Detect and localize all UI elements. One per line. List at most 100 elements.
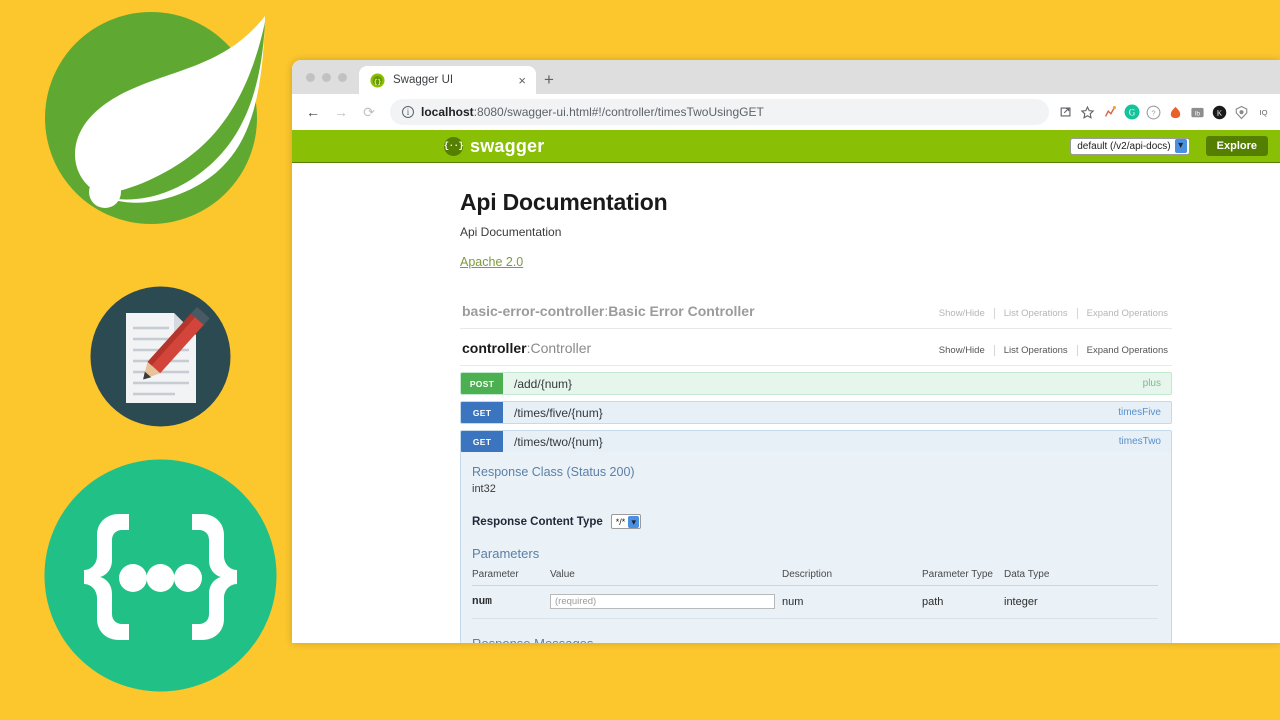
window-controls[interactable] bbox=[302, 60, 359, 94]
intelliq-icon[interactable]: IQ bbox=[1255, 104, 1272, 121]
parameter-data-type: integer bbox=[1004, 585, 1158, 619]
col-value: Value bbox=[550, 566, 782, 586]
browser-tab[interactable]: {} Swagger UI × bbox=[359, 66, 536, 94]
response-messages-title: Response Messages bbox=[472, 636, 1158, 643]
resource-name: basic-error-controller bbox=[462, 303, 605, 319]
svg-text:lb: lb bbox=[1195, 110, 1200, 117]
gitkraken-icon[interactable] bbox=[1167, 104, 1184, 121]
parameter-name: num bbox=[472, 585, 550, 619]
resource-description: Controller bbox=[530, 340, 592, 356]
parameter-type: path bbox=[922, 585, 1004, 619]
http-method-badge: POST bbox=[461, 373, 503, 394]
operation-detail-inner: Response Class (Status 200) int32 Respon… bbox=[461, 465, 1171, 643]
response-content-type-value: */* bbox=[615, 516, 626, 527]
response-class-title: Response Class (Status 200) bbox=[472, 465, 635, 479]
operation-path: /add/{num} bbox=[514, 376, 573, 391]
operation-detail-panel: Response Class (Status 200) int32 Respon… bbox=[460, 452, 1172, 643]
spec-url-value: default (/v2/api-docs) bbox=[1077, 140, 1171, 152]
dark-circle-icon[interactable]: K bbox=[1211, 104, 1228, 121]
show-hide-link[interactable]: Show/Hide bbox=[930, 345, 994, 356]
swagger-page: {··} swagger default (/v2/api-docs) ▾ Ex… bbox=[292, 130, 1280, 643]
documentation-logo bbox=[90, 286, 231, 427]
operation-row-get-times-two[interactable]: GET /times/two/{num} timesTwo bbox=[460, 430, 1172, 453]
parameters-table: Parameter Value Description Parameter Ty… bbox=[472, 566, 1158, 619]
operation-nickname: plus bbox=[1142, 378, 1161, 389]
browser-window: {} Swagger UI × + ← → ⟳ i localhost:8080… bbox=[292, 60, 1280, 643]
list-operations-link[interactable]: List Operations bbox=[993, 308, 1077, 319]
svg-text:G: G bbox=[1128, 108, 1135, 118]
show-hide-link[interactable]: Show/Hide bbox=[930, 308, 994, 319]
swagger-favicon-icon: {} bbox=[370, 72, 385, 88]
logo-column bbox=[0, 0, 292, 720]
response-content-type-select[interactable]: */* ▾ bbox=[610, 514, 642, 529]
operation-nickname: timesTwo bbox=[1118, 436, 1161, 447]
spring-boot-logo bbox=[45, 12, 265, 224]
chevron-down-icon[interactable]: ▾ bbox=[1174, 139, 1187, 153]
new-tab-button[interactable]: + bbox=[536, 66, 562, 94]
spec-url-select[interactable]: default (/v2/api-docs) ▾ bbox=[1070, 137, 1190, 155]
share-icon[interactable] bbox=[1057, 104, 1074, 121]
resource-basic-error-controller[interactable]: basic-error-controller : Basic Error Con… bbox=[460, 292, 1172, 329]
parameters-title: Parameters bbox=[472, 546, 540, 561]
explore-button[interactable]: Explore bbox=[1205, 136, 1268, 156]
site-info-icon[interactable]: i bbox=[402, 106, 414, 118]
api-subtitle: Api Documentation bbox=[460, 225, 562, 239]
address-bar-host: localhost bbox=[421, 105, 474, 119]
grammarly-icon[interactable]: G bbox=[1123, 104, 1140, 121]
table-row: num (required) num path integer bbox=[472, 585, 1158, 619]
api-license-link[interactable]: Apache 2.0 bbox=[460, 255, 523, 269]
browser-toolbar: ← → ⟳ i localhost:8080/swagger-ui.html#!… bbox=[292, 94, 1280, 130]
parameter-value-input[interactable]: (required) bbox=[550, 594, 775, 609]
help-circle-icon[interactable]: ? bbox=[1145, 104, 1162, 121]
http-method-badge: GET bbox=[461, 431, 503, 452]
col-parameter: Parameter bbox=[472, 566, 550, 586]
resource-description: Basic Error Controller bbox=[608, 303, 755, 319]
response-content-type-row: Response Content Type */* ▾ bbox=[472, 514, 1158, 529]
page-scrollbar[interactable] bbox=[1272, 130, 1280, 643]
resource-name: controller bbox=[462, 340, 527, 356]
tab-close-icon[interactable]: × bbox=[516, 74, 528, 87]
svg-text:K: K bbox=[1217, 108, 1223, 117]
list-operations-link[interactable]: List Operations bbox=[993, 345, 1077, 356]
http-method-badge: GET bbox=[461, 402, 503, 423]
json-logo bbox=[44, 459, 277, 692]
back-button[interactable]: ← bbox=[300, 99, 326, 125]
resource-actions: Show/Hide List Operations Expand Operati… bbox=[930, 345, 1168, 356]
svg-text:?: ? bbox=[1151, 108, 1155, 117]
bookmark-star-icon[interactable] bbox=[1079, 104, 1096, 121]
response-content-type-label: Response Content Type bbox=[472, 515, 603, 528]
shield-icon[interactable] bbox=[1233, 104, 1250, 121]
address-bar-url: localhost:8080/swagger-ui.html#!/control… bbox=[421, 105, 764, 119]
lastpass-icon[interactable]: lb bbox=[1189, 104, 1206, 121]
swagger-brand[interactable]: {··} swagger bbox=[444, 136, 544, 157]
response-class-type: int32 bbox=[472, 483, 496, 495]
swagger-logo-icon: {··} bbox=[444, 136, 464, 156]
expand-operations-link[interactable]: Expand Operations bbox=[1076, 308, 1168, 319]
window-maximize-button[interactable] bbox=[338, 72, 347, 82]
swagger-inner: Api Documentation Api Documentation Apac… bbox=[460, 189, 1172, 643]
expand-operations-link[interactable]: Expand Operations bbox=[1076, 345, 1168, 356]
svg-text:IQ: IQ bbox=[1259, 108, 1267, 117]
operation-path: /times/five/{num} bbox=[514, 405, 603, 420]
extension-icons: G ? lb K IQ bbox=[1057, 104, 1274, 121]
operation-row-post-add[interactable]: POST /add/{num} plus bbox=[460, 372, 1172, 395]
col-data-type: Data Type bbox=[1004, 566, 1158, 586]
operation-nickname: timesFive bbox=[1118, 407, 1161, 418]
svg-text:{}: {} bbox=[374, 78, 382, 85]
window-minimize-button[interactable] bbox=[322, 72, 331, 82]
parameter-description: num bbox=[782, 585, 922, 619]
operation-row-get-times-five[interactable]: GET /times/five/{num} timesFive bbox=[460, 401, 1172, 424]
swagger-header-right: default (/v2/api-docs) ▾ Explore bbox=[1070, 136, 1268, 156]
puzzle-extension-icon[interactable] bbox=[1101, 104, 1118, 121]
browser-tab-strip: {} Swagger UI × + bbox=[292, 60, 1280, 94]
browser-tab-title: Swagger UI bbox=[393, 74, 454, 86]
resource-controller[interactable]: controller : Controller Show/Hide List O… bbox=[460, 329, 1172, 366]
operation-path: /times/two/{num} bbox=[514, 434, 603, 449]
window-close-button[interactable] bbox=[306, 72, 315, 82]
forward-button[interactable]: → bbox=[328, 99, 354, 125]
chevron-down-icon[interactable]: ▾ bbox=[628, 515, 640, 528]
resource-actions: Show/Hide List Operations Expand Operati… bbox=[930, 308, 1168, 319]
reload-button[interactable]: ⟳ bbox=[356, 99, 382, 125]
address-bar[interactable]: i localhost:8080/swagger-ui.html#!/contr… bbox=[390, 99, 1049, 125]
swagger-header: {··} swagger default (/v2/api-docs) ▾ Ex… bbox=[292, 130, 1280, 163]
